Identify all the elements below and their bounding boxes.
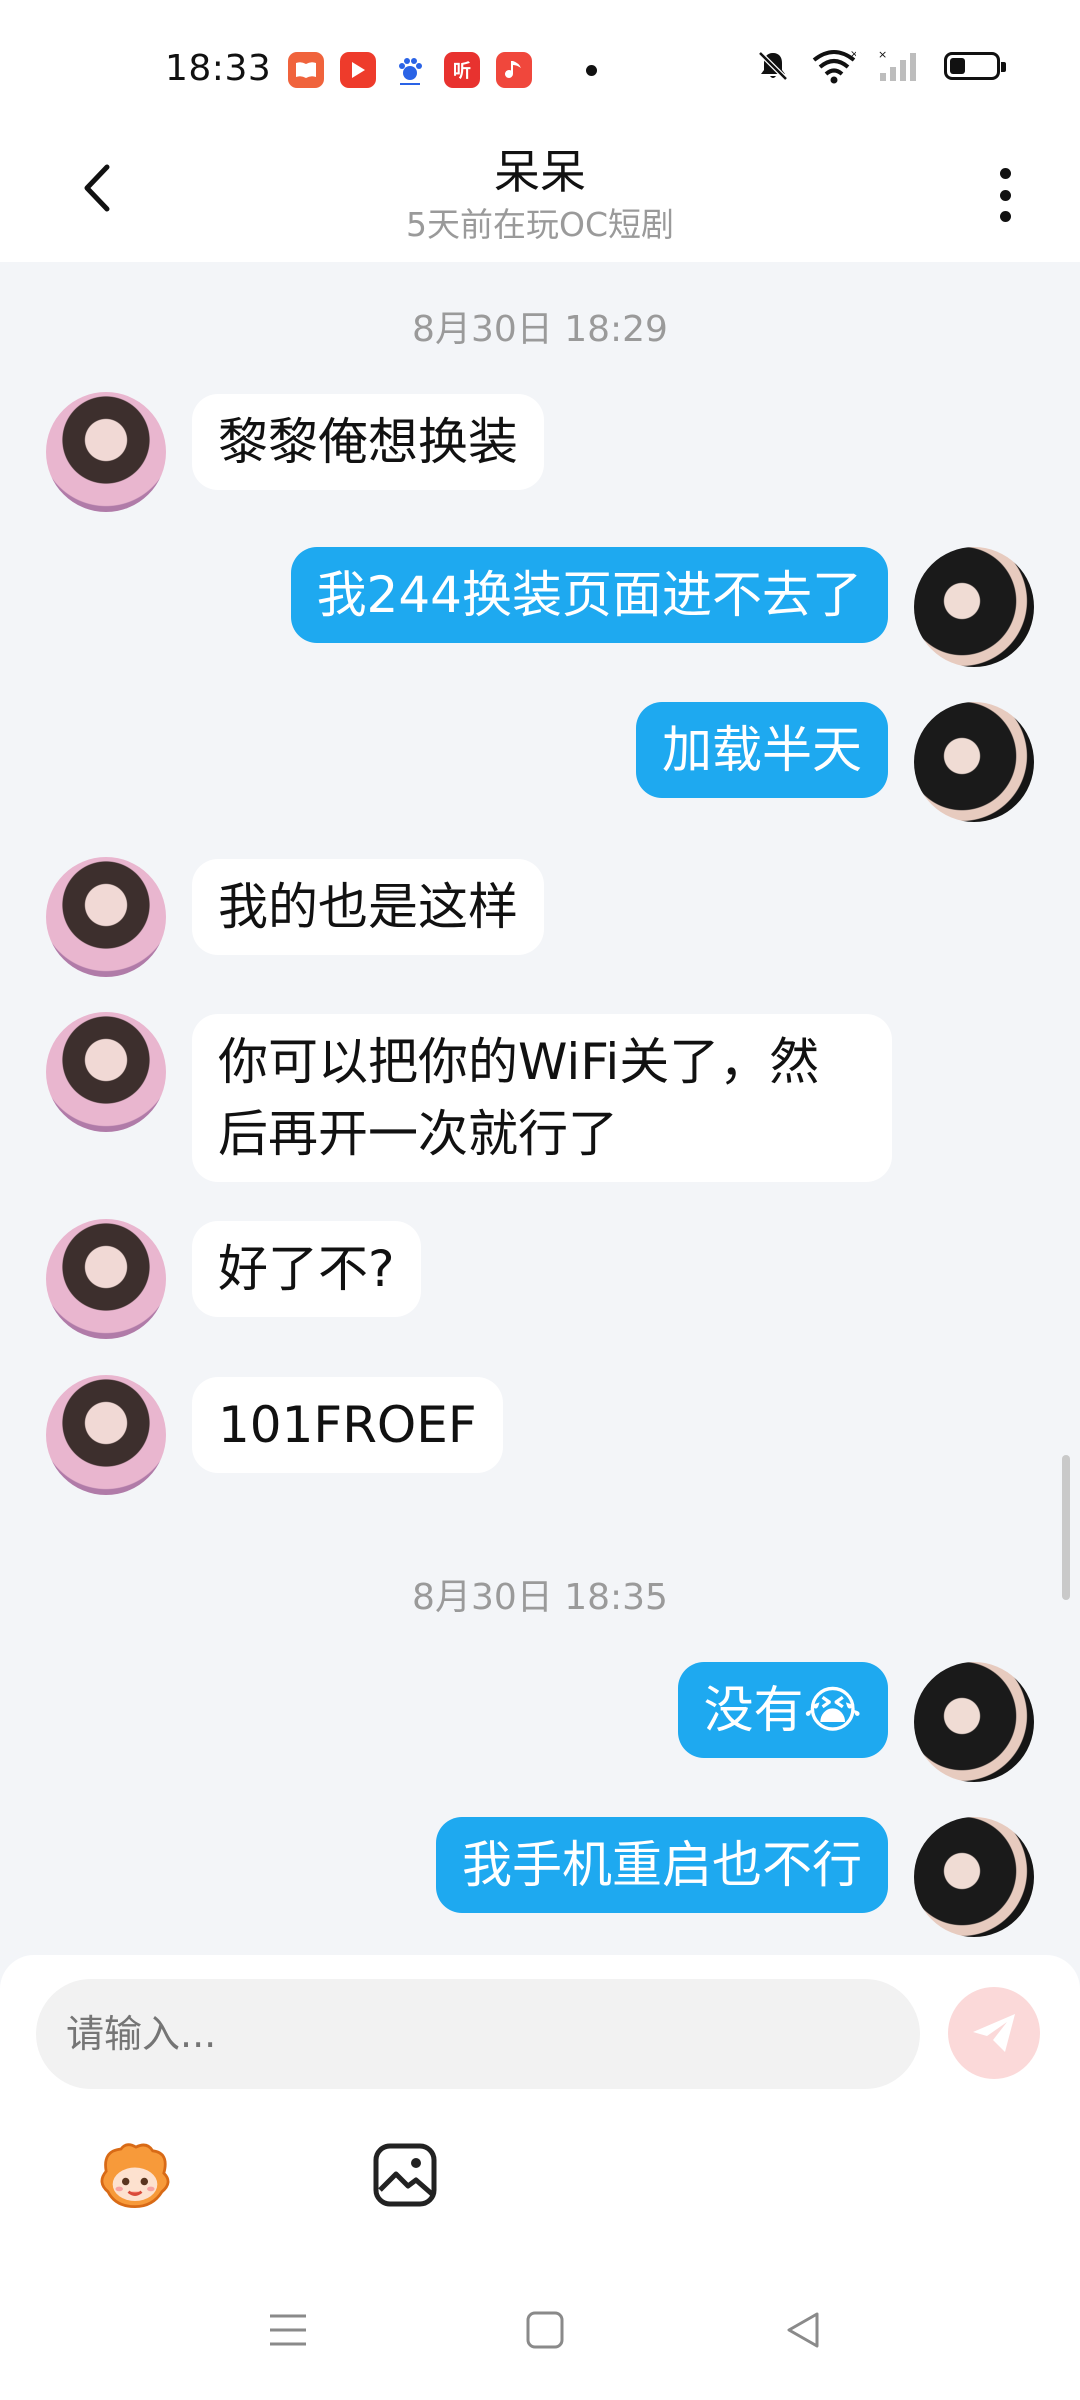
wifi-icon: × — [812, 49, 856, 84]
message-timestamp: 8月30日 18:35 — [412, 1577, 668, 1618]
signal-icon: × — [878, 49, 916, 81]
contact-avatar[interactable] — [46, 1012, 166, 1132]
dot — [999, 189, 1011, 201]
my-avatar[interactable] — [914, 1662, 1034, 1782]
book-app-icon — [288, 52, 324, 88]
home-nav-button[interactable] — [510, 2295, 580, 2365]
send-icon — [973, 2014, 1015, 2052]
back-nav-button[interactable] — [768, 2295, 838, 2365]
message-bubble[interactable]: 你可以把你的WiFi关了，然后再开一次就行了 — [192, 1014, 892, 1182]
message-bubble[interactable]: 加载半天 — [636, 702, 888, 798]
message-bubble[interactable]: 好了不? — [192, 1221, 421, 1317]
contact-avatar[interactable] — [46, 392, 166, 512]
message-timestamp: 8月30日 18:29 — [412, 309, 668, 350]
contact-avatar[interactable] — [46, 857, 166, 977]
notification-app-icons: 听 — [288, 52, 597, 88]
message-list[interactable]: 8月30日 18:29 黎黎俺想换装 我244换装页面进不去了 加载半天 我的也… — [0, 262, 1080, 1962]
battery-level — [950, 58, 965, 74]
message-bubble[interactable]: 我手机重启也不行 — [436, 1817, 888, 1913]
back-nav-icon — [787, 2312, 819, 2348]
sticker-button[interactable] — [95, 2135, 175, 2215]
sticker-icon — [100, 2143, 170, 2209]
my-avatar[interactable] — [914, 702, 1034, 822]
my-avatar[interactable] — [914, 547, 1034, 667]
message-bubble[interactable]: 我244换装页面进不去了 — [290, 547, 888, 643]
ting-app-icon: 听 — [444, 52, 480, 88]
message-bubble[interactable]: 黎黎俺想换装 — [192, 394, 544, 490]
dot — [999, 168, 1011, 179]
svg-text:×: × — [878, 49, 887, 61]
status-bar: 18:33 听 × × — [0, 0, 1080, 130]
ting-app-label: 听 — [453, 61, 471, 82]
video-app-icon — [340, 52, 376, 88]
image-icon — [373, 2143, 437, 2207]
menu-nav-icon — [270, 2314, 306, 2346]
home-nav-icon — [526, 2311, 564, 2349]
music-app-icon — [496, 52, 532, 88]
message-bubble[interactable]: 我的也是这样 — [192, 859, 544, 955]
contact-avatar[interactable] — [46, 1375, 166, 1495]
contact-name: 呆呆 — [494, 145, 586, 199]
image-button[interactable] — [365, 2135, 445, 2215]
battery-icon — [944, 52, 1006, 80]
contact-avatar[interactable] — [46, 1219, 166, 1339]
menu-nav-button[interactable] — [253, 2295, 323, 2365]
more-notifications-dot — [586, 64, 597, 76]
chat-header: 呆呆 5天前在玩OC短剧 — [0, 130, 1080, 262]
contact-status: 5天前在玩OC短剧 — [405, 205, 674, 244]
system-nav-bar — [0, 2265, 1080, 2400]
message-bubble[interactable]: 没有😭 — [677, 1662, 888, 1758]
mute-icon — [758, 51, 788, 81]
scrollbar-thumb[interactable] — [1062, 1455, 1070, 1600]
message-input[interactable] — [36, 1979, 920, 2089]
baidu-app-icon — [392, 52, 428, 88]
svg-text:×: × — [850, 49, 856, 60]
my-avatar[interactable] — [914, 1817, 1034, 1937]
dot — [999, 211, 1011, 222]
message-composer — [0, 1955, 1080, 2265]
message-bubble[interactable]: 101FROEF — [192, 1377, 503, 1473]
more-options-button[interactable] — [990, 160, 1020, 230]
send-button[interactable] — [948, 1987, 1040, 2079]
chat-screen: 18:33 听 × × 呆呆 5天前在玩OC短剧 8月30日 18:29 黎黎俺… — [0, 0, 1080, 2400]
status-time: 18:33 — [165, 48, 272, 89]
status-icons: × × — [756, 48, 1006, 84]
